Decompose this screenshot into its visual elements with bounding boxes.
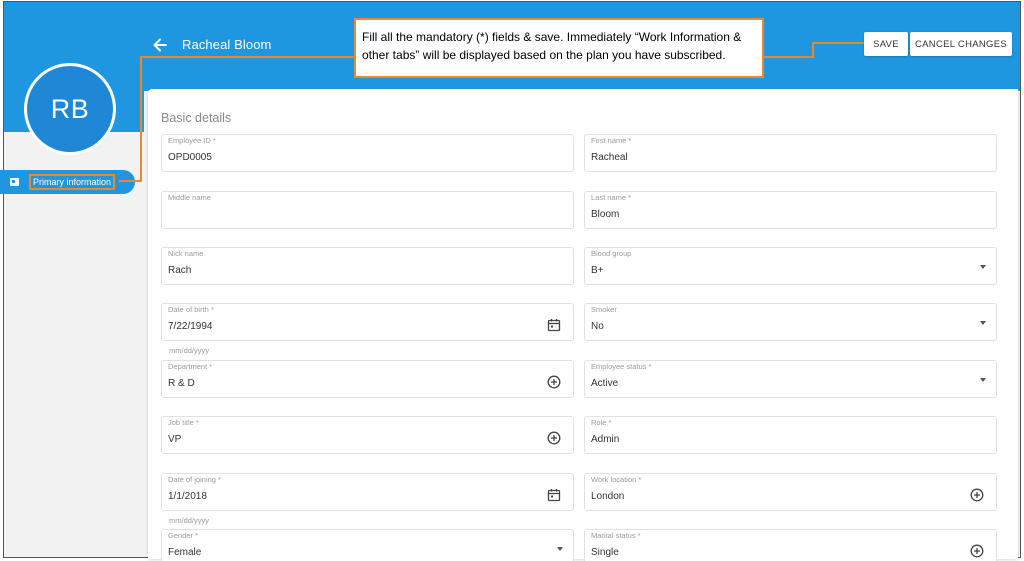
callout-connector: [119, 180, 141, 182]
page-title: Racheal Bloom: [182, 37, 272, 52]
add-circle-icon[interactable]: [547, 430, 561, 445]
field-value: Single: [591, 547, 619, 558]
id-card-icon: [10, 178, 19, 186]
field-label: Department *: [168, 362, 213, 371]
callout-connector: [812, 42, 866, 44]
field-value: London: [591, 491, 625, 502]
field-value: 1/1/2018: [168, 491, 207, 502]
last-name-field[interactable]: Last name * Bloom: [584, 191, 997, 229]
avatar[interactable]: RB: [24, 63, 116, 155]
sidebar: [4, 132, 144, 557]
sidebar-item-label: Primary information: [29, 174, 116, 190]
field-label: First name *: [591, 136, 632, 145]
callout-connector: [763, 56, 813, 58]
field-value: OPD0005: [168, 152, 212, 163]
role-field[interactable]: Role * Admin: [584, 416, 997, 454]
annotation-callout: Fill all the mandatory (*) fields & save…: [354, 18, 764, 78]
add-circle-icon[interactable]: [970, 543, 984, 558]
cancel-changes-button[interactable]: CANCEL CHANGES: [910, 32, 1012, 56]
nick-name-field[interactable]: Nick name Rach: [161, 247, 574, 285]
field-value: VP: [168, 434, 182, 445]
marital-status-field[interactable]: Marital status * Single: [584, 529, 997, 561]
back-arrow-icon[interactable]: [150, 35, 170, 55]
calendar-icon[interactable]: [547, 487, 561, 502]
field-label: Nick name: [168, 249, 204, 258]
field-value: No: [591, 321, 604, 332]
field-label: Last name *: [591, 193, 632, 202]
employee-status-select[interactable]: Employee status * Active: [584, 360, 997, 398]
field-value: B+: [591, 265, 604, 276]
field-label: Marital status *: [591, 531, 641, 540]
callout-connector: [140, 56, 355, 58]
sidebar-item-primary-information[interactable]: Primary information: [0, 170, 135, 194]
blood-group-select[interactable]: Blood group B+: [584, 247, 997, 285]
callout-connector: [140, 56, 142, 182]
add-circle-icon[interactable]: [547, 374, 561, 389]
employee-id-field[interactable]: Employee ID * OPD0005: [161, 134, 574, 172]
field-label: Blood group: [591, 249, 632, 258]
section-title: Basic details: [161, 111, 232, 125]
gender-select[interactable]: Gender * Female: [161, 529, 574, 561]
field-label: Date of birth *: [168, 305, 214, 314]
field-value: Bloom: [591, 209, 620, 220]
field-value: Rach: [168, 265, 192, 276]
work-location-field[interactable]: Work location * London: [584, 473, 997, 511]
field-label: Work location *: [591, 475, 642, 484]
date-of-birth-field[interactable]: Date of birth * 7/22/1994: [161, 303, 574, 341]
dropdown-caret-icon[interactable]: [980, 378, 986, 382]
job-title-field[interactable]: Job title * VP: [161, 416, 574, 454]
smoker-select[interactable]: Smoker No: [584, 303, 997, 341]
calendar-icon[interactable]: [547, 317, 561, 332]
field-label: Job title *: [168, 418, 199, 427]
field-value: Active: [591, 378, 619, 389]
callout-connector: [812, 42, 814, 58]
field-label: Employee status *: [591, 362, 652, 371]
save-button[interactable]: SAVE: [864, 32, 908, 56]
date-format-hint: mm/dd/yyyy: [169, 516, 210, 525]
avatar-initials: RB: [50, 93, 90, 124]
field-label: Role *: [591, 418, 612, 427]
department-field[interactable]: Department * R & D: [161, 360, 574, 398]
dropdown-caret-icon[interactable]: [980, 321, 986, 325]
date-of-joining-field[interactable]: Date of joining * 1/1/2018: [161, 473, 574, 511]
field-value: Female: [168, 547, 202, 558]
dropdown-caret-icon[interactable]: [980, 265, 986, 269]
field-label: Gender *: [168, 531, 199, 540]
add-circle-icon[interactable]: [970, 487, 984, 502]
field-value: Racheal: [591, 152, 628, 163]
date-format-hint: mm/dd/yyyy: [169, 346, 210, 355]
dropdown-caret-icon[interactable]: [557, 547, 563, 551]
field-label: Middle name: [168, 193, 211, 202]
field-value: 7/22/1994: [168, 321, 213, 332]
field-label: Employee ID *: [168, 136, 216, 145]
field-label: Date of joining *: [168, 475, 221, 484]
first-name-field[interactable]: First name * Racheal: [584, 134, 997, 172]
field-label: Smoker: [591, 305, 617, 314]
field-value: R & D: [168, 378, 195, 389]
middle-name-field[interactable]: Middle name: [161, 191, 574, 229]
field-value: Admin: [591, 434, 620, 445]
